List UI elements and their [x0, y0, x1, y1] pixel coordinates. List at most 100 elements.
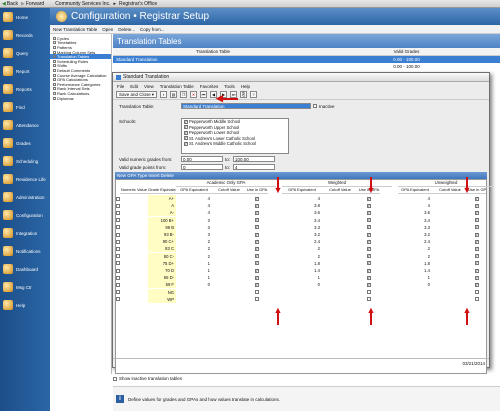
use-in-gpa-cell[interactable]: ✓: [468, 245, 486, 252]
use-in-gpa-cell[interactable]: ✓: [358, 217, 380, 224]
grid-cell[interactable]: 2: [398, 253, 432, 260]
grid-cell[interactable]: 4: [176, 195, 212, 202]
school-checkbox[interactable]: ✓: [184, 125, 188, 130]
grid-cell[interactable]: [322, 209, 358, 216]
nav-item[interactable]: Home: [0, 8, 50, 26]
use-in-gpa-checkbox[interactable]: ✓: [367, 218, 371, 223]
grid-cell[interactable]: 4: [282, 195, 322, 202]
table-row[interactable]: Standard Translation 0.00 - 100.00: [113, 56, 500, 63]
grid-cell[interactable]: 4: [398, 195, 432, 202]
grid-cell[interactable]: 2: [176, 245, 212, 252]
grid-cell[interactable]: [432, 202, 468, 209]
use-in-gpa-cell[interactable]: ✓: [468, 209, 486, 216]
numeric-value-cell[interactable]: [120, 231, 148, 238]
use-in-gpa-cell[interactable]: ✓: [246, 202, 268, 209]
use-in-gpa-cell[interactable]: ✓: [246, 217, 268, 224]
grid-cell[interactable]: [322, 289, 358, 296]
use-in-gpa-checkbox[interactable]: ✓: [367, 239, 371, 244]
grid-cell[interactable]: [432, 231, 468, 238]
grid-cell[interactable]: [212, 281, 246, 288]
use-in-gpa-cell[interactable]: ✓: [468, 260, 486, 267]
grid-column-header[interactable]: Use in GPA: [246, 187, 268, 194]
grid-cell[interactable]: [432, 195, 468, 202]
use-in-gpa-cell[interactable]: ✓: [246, 260, 268, 267]
grid-cell[interactable]: [322, 267, 358, 274]
column-valid-grades[interactable]: Valid Grades: [313, 49, 500, 54]
grade-equivalent-cell[interactable]: A+: [148, 195, 176, 202]
use-in-gpa-cell[interactable]: ✓: [468, 267, 486, 274]
grid-cell[interactable]: [432, 224, 468, 231]
grid-cell[interactable]: [212, 202, 246, 209]
school-checkbox[interactable]: ✓: [184, 136, 188, 141]
use-in-gpa-cell[interactable]: [358, 289, 380, 296]
grid-cell[interactable]: [432, 238, 468, 245]
use-in-gpa-cell[interactable]: [468, 289, 486, 296]
nav-item[interactable]: Administration: [0, 188, 50, 206]
use-in-gpa-checkbox[interactable]: ✓: [475, 275, 479, 280]
grid-column-header[interactable]: GPA Equivalent: [176, 187, 212, 194]
use-in-gpa-checkbox[interactable]: ✓: [475, 232, 479, 237]
numeric-from-field[interactable]: 0.00: [181, 156, 223, 162]
delete-icon[interactable]: ✕: [190, 91, 198, 98]
grid-cell[interactable]: [432, 209, 468, 216]
grid-cell[interactable]: [322, 238, 358, 245]
use-in-gpa-checkbox[interactable]: [475, 290, 479, 295]
use-in-gpa-cell[interactable]: ✓: [246, 281, 268, 288]
use-in-gpa-checkbox[interactable]: ✓: [475, 225, 479, 230]
use-in-gpa-cell[interactable]: ✓: [468, 217, 486, 224]
help-icon[interactable]: ?: [250, 91, 258, 98]
use-in-gpa-checkbox[interactable]: ✓: [255, 210, 259, 215]
numeric-value-cell[interactable]: [120, 296, 148, 303]
use-in-gpa-cell[interactable]: ✓: [246, 253, 268, 260]
use-in-gpa-checkbox[interactable]: ✓: [367, 261, 371, 266]
use-in-gpa-cell[interactable]: ✓: [246, 195, 268, 202]
nav-item[interactable]: Help: [0, 296, 50, 314]
nav-item[interactable]: Reports: [0, 80, 50, 98]
grid-cell[interactable]: [282, 296, 322, 303]
schools-list[interactable]: ✓ Pepperworth Middle School ✓ Pepperworth U…: [181, 118, 289, 154]
grid-cell[interactable]: [212, 267, 246, 274]
use-in-gpa-checkbox[interactable]: ✓: [255, 239, 259, 244]
grid-cell[interactable]: 2: [282, 253, 322, 260]
use-in-gpa-cell[interactable]: ✓: [358, 224, 380, 231]
command-3[interactable]: Copy from...: [140, 27, 165, 32]
grid-column-header[interactable]: Numeric Value: [120, 187, 148, 194]
grid-cell[interactable]: [432, 245, 468, 252]
nav-item[interactable]: Configuration: [0, 206, 50, 224]
show-inactive-checkbox[interactable]: [113, 376, 117, 381]
use-in-gpa-cell[interactable]: ✓: [246, 238, 268, 245]
use-in-gpa-cell[interactable]: ✓: [468, 202, 486, 209]
grid-cell[interactable]: 4: [398, 202, 432, 209]
grid-cell[interactable]: [212, 209, 246, 216]
numeric-value-cell[interactable]: [120, 274, 148, 281]
grid-cell[interactable]: [432, 296, 468, 303]
grade-equivalent-cell[interactable]: 90 C+: [148, 238, 176, 246]
grid-cell[interactable]: [212, 238, 246, 245]
use-in-gpa-checkbox[interactable]: [255, 290, 259, 295]
grade-equivalent-cell[interactable]: A-: [148, 209, 176, 217]
use-in-gpa-checkbox[interactable]: ✓: [255, 261, 259, 266]
grid-cell[interactable]: [212, 253, 246, 260]
use-in-gpa-checkbox[interactable]: ✓: [475, 254, 479, 259]
breadcrumb-office[interactable]: Registrar's Office: [119, 1, 157, 7]
use-in-gpa-checkbox[interactable]: ✓: [367, 196, 371, 201]
dialog-menu-item[interactable]: View: [144, 84, 154, 89]
grid-cell[interactable]: 3.8: [282, 202, 322, 209]
school-checkbox[interactable]: ✓: [184, 141, 188, 146]
use-in-gpa-checkbox[interactable]: ✓: [475, 282, 479, 287]
grid-cell[interactable]: [432, 289, 468, 296]
grid-cell[interactable]: 3: [176, 217, 212, 224]
grid-cell[interactable]: [282, 289, 322, 296]
grid-cell[interactable]: 0: [282, 281, 322, 288]
print-icon[interactable]: ▤: [170, 91, 178, 98]
grid-cell[interactable]: 2: [282, 245, 322, 252]
grid-column-header[interactable]: Cutoff Value: [212, 187, 246, 194]
grid-cell[interactable]: [322, 231, 358, 238]
nav-item[interactable]: Report: [0, 62, 50, 80]
use-in-gpa-cell[interactable]: ✓: [468, 195, 486, 202]
use-in-gpa-checkbox[interactable]: ✓: [367, 246, 371, 251]
grid-cell[interactable]: 3.4: [398, 217, 432, 224]
numeric-value-cell[interactable]: [120, 202, 148, 209]
numeric-value-cell[interactable]: [120, 217, 148, 224]
use-in-gpa-cell[interactable]: ✓: [358, 195, 380, 202]
